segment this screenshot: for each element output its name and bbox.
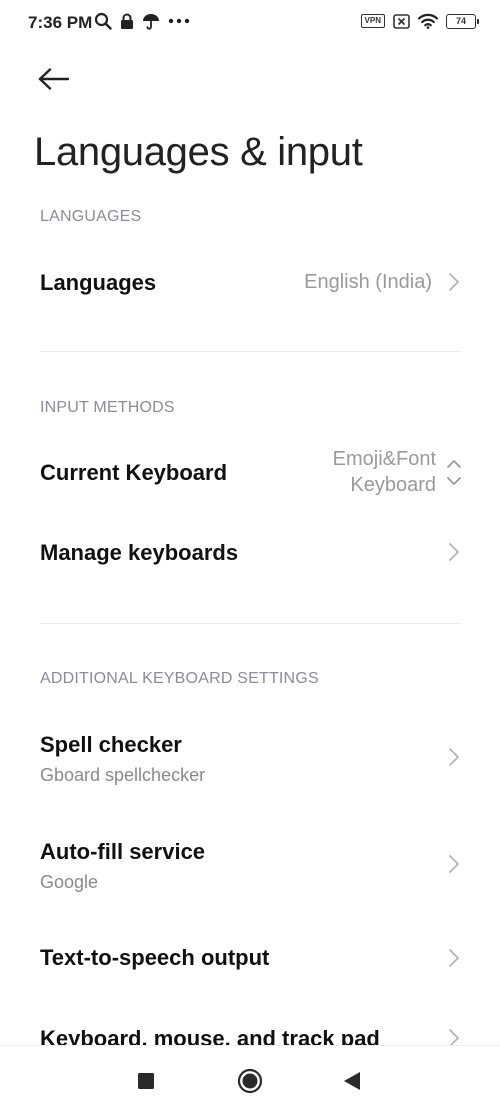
autofill-subtitle: Google <box>40 872 99 892</box>
square-icon <box>138 1073 154 1089</box>
no-sim-icon <box>393 13 410 29</box>
umbrella-icon <box>142 12 160 30</box>
languages-value: English (India) <box>304 271 432 293</box>
current-keyboard-value-line2: Keyboard <box>350 474 436 496</box>
current-keyboard-value-line1: Emoji&Font <box>332 448 436 470</box>
chevron-right-icon <box>449 949 459 967</box>
chevron-right-icon <box>449 273 459 291</box>
back-button[interactable] <box>34 62 74 96</box>
section-header-languages: LANGUAGES <box>40 208 142 225</box>
autofill-service-row[interactable]: Auto-fill service Google <box>0 827 500 907</box>
chevron-right-icon <box>449 855 459 873</box>
section-header-additional: ADDITIONAL KEYBOARD SETTINGS <box>40 670 319 687</box>
arrow-left-icon <box>38 68 70 90</box>
triangle-back-icon <box>344 1072 360 1090</box>
page-title: Languages & input <box>34 130 363 174</box>
battery-icon: 74 <box>446 13 479 29</box>
divider <box>40 623 460 624</box>
home-circle-icon <box>237 1068 263 1094</box>
status-bar: 7:36 PM VPN 74 <box>0 0 500 46</box>
status-right-icons: VPN 74 <box>360 13 479 29</box>
tts-title: Text-to-speech output <box>40 945 270 970</box>
chevron-up-down-icon <box>447 460 461 485</box>
recent-apps-button[interactable] <box>131 1066 161 1096</box>
section-header-input-methods: INPUT METHODS <box>40 399 175 416</box>
languages-row[interactable]: Languages English (India) <box>0 250 500 316</box>
autofill-title: Auto-fill service <box>40 839 206 864</box>
spell-checker-title: Spell checker <box>40 732 182 757</box>
lock-icon <box>120 13 134 30</box>
manage-keyboards-row[interactable]: Manage keyboards <box>0 520 500 586</box>
status-time: 7:36 PM <box>28 13 93 32</box>
home-button[interactable] <box>235 1066 265 1096</box>
spell-checker-row[interactable]: Spell checker Gboard spellchecker <box>0 720 500 800</box>
settings-screen: 7:36 PM VPN 74 Languages & input LANGUAG… <box>0 0 500 1111</box>
status-left-icons <box>94 12 190 30</box>
manage-keyboards-title: Manage keyboards <box>40 540 239 565</box>
vpn-icon: VPN <box>360 14 385 28</box>
navigation-bar <box>0 1045 500 1111</box>
divider <box>40 351 460 352</box>
search-icon <box>94 12 112 30</box>
chevron-right-icon <box>449 543 459 561</box>
more-dots-icon <box>168 18 190 24</box>
current-keyboard-title: Current Keyboard <box>40 460 228 485</box>
keyboard-mouse-trackpad-row[interactable]: Keyboard, mouse, and track pad <box>0 1010 500 1050</box>
languages-title: Languages <box>40 270 157 295</box>
current-keyboard-row[interactable]: Current Keyboard Emoji&Font Keyboard <box>0 440 500 510</box>
spell-checker-subtitle: Gboard spellchecker <box>40 765 206 785</box>
wifi-icon <box>418 13 438 29</box>
back-nav-button[interactable] <box>337 1066 367 1096</box>
chevron-right-icon <box>449 748 459 766</box>
tts-output-row[interactable]: Text-to-speech output <box>0 930 500 990</box>
